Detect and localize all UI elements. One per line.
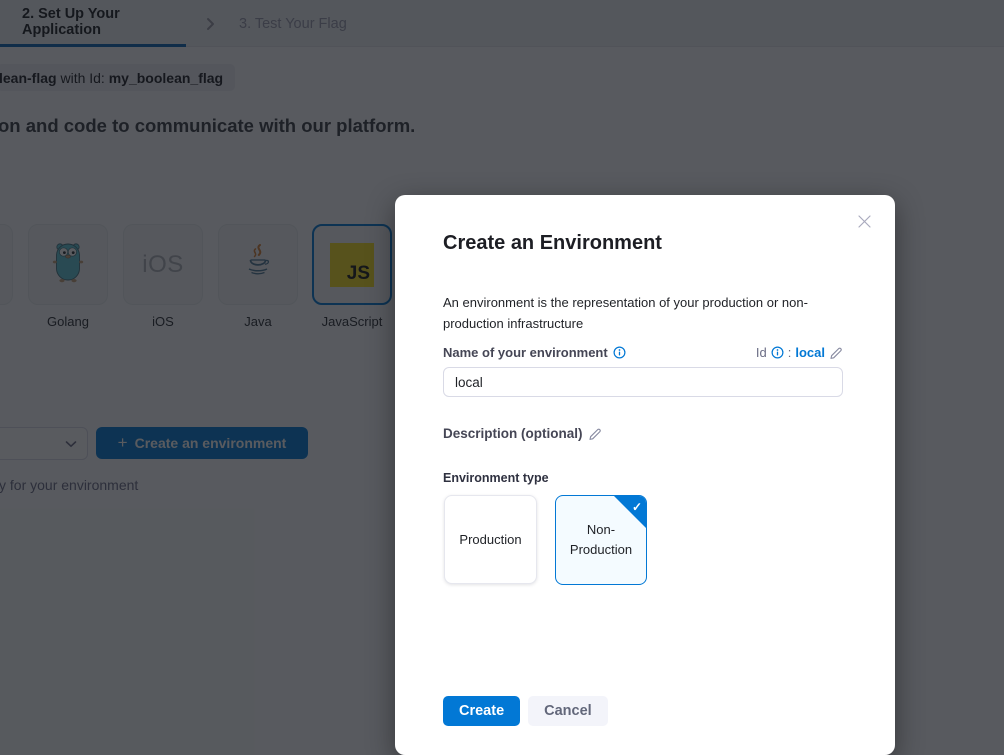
modal-description: An environment is the representation of … [443, 292, 845, 334]
description-field-row[interactable]: Description (optional) [443, 426, 602, 441]
check-icon: ✓ [632, 497, 642, 517]
info-icon[interactable] [771, 346, 784, 359]
name-field-label: Name of your environment [443, 345, 608, 360]
pencil-icon[interactable] [588, 427, 602, 441]
name-field-label-group: Name of your environment [443, 345, 626, 360]
type-card-production[interactable]: Production [444, 495, 537, 584]
type-card-production-label: Production [459, 530, 521, 550]
create-button[interactable]: Create [443, 696, 520, 726]
modal-button-row: Create Cancel [443, 696, 608, 726]
modal-title: Create an Environment [443, 232, 662, 255]
create-environment-modal: Create an Environment An environment is … [395, 195, 895, 755]
type-card-non-production[interactable]: ✓ Non-Production [555, 495, 647, 585]
id-field-label: Id [756, 345, 767, 360]
id-field-group: Id : local [756, 345, 843, 360]
close-icon[interactable] [853, 212, 875, 234]
name-field-row: Name of your environment Id : local [443, 345, 843, 360]
app-screen: 2. Set Up Your Application 3. Test Your … [0, 0, 1004, 755]
info-icon[interactable] [613, 346, 626, 359]
description-field-label: Description (optional) [443, 426, 583, 441]
id-value: local [795, 345, 825, 360]
pencil-icon[interactable] [829, 346, 843, 360]
environment-name-input[interactable] [443, 367, 843, 397]
cancel-button[interactable]: Cancel [528, 696, 608, 726]
environment-type-label: Environment type [443, 471, 549, 485]
id-separator: : [788, 345, 792, 360]
